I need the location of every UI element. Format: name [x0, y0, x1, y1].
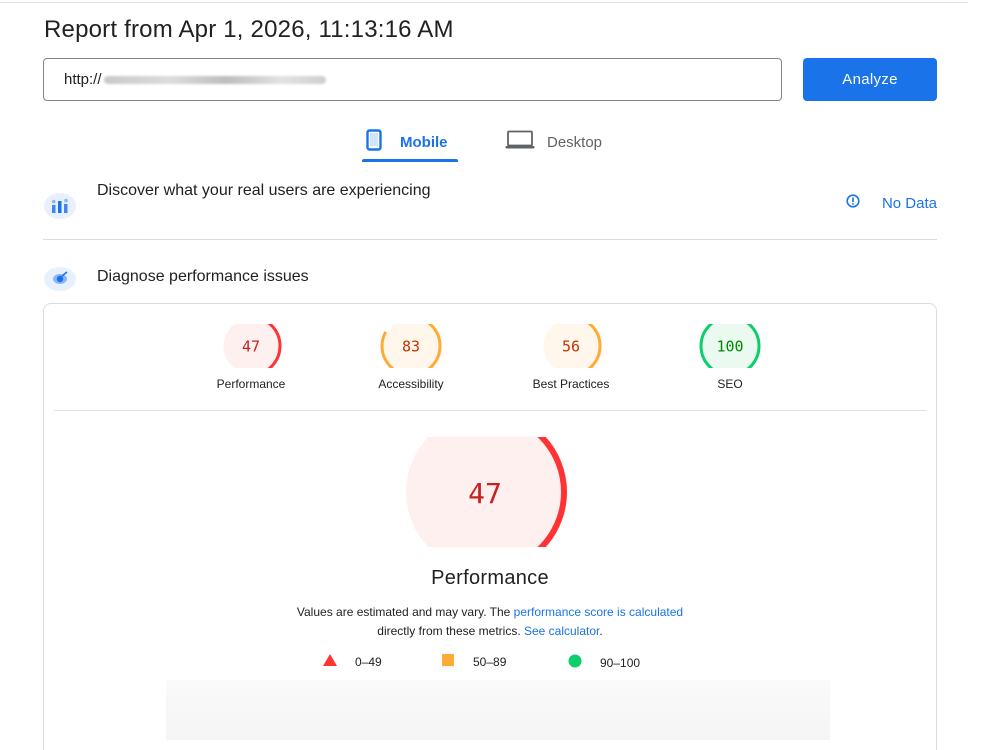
square-icon [441, 654, 455, 669]
performance-score-value: 47 [242, 338, 260, 356]
accessibility-score-value: 83 [402, 338, 420, 356]
no-data-link[interactable]: No Data [846, 194, 937, 212]
legend-item-average: 50–89 [441, 654, 506, 669]
main-gauge-title: Performance [431, 567, 549, 589]
performance-gauge-graphic: 47 [220, 324, 282, 368]
legend-fail-range: 0–49 [355, 654, 382, 669]
best-practices-gauge-graphic: 56 [540, 324, 602, 368]
field-data-heading: Discover what your real users are experi… [97, 182, 431, 199]
metrics-placeholder [166, 680, 830, 740]
description-text-1: Values are estimated and may vary. The [296, 605, 514, 619]
info-icon [846, 194, 860, 212]
score-gauge-seo[interactable]: 100 SEO [675, 324, 785, 391]
analyze-button[interactable]: Analyze [803, 58, 937, 101]
report-title: Report from Apr 1, 2026, 11:13:16 AM [44, 16, 454, 43]
users-chart-icon [43, 191, 77, 221]
performance-description: Values are estimated and may vary. The p… [44, 603, 936, 641]
url-input[interactable]: http:// [43, 58, 782, 101]
lab-data-section: Diagnose performance issues [43, 266, 937, 292]
top-divider [0, 2, 968, 3]
url-input-value: http:// [64, 71, 102, 88]
see-calculator-link[interactable]: See calculator [524, 624, 599, 638]
accessibility-score-label: Accessibility [378, 377, 444, 391]
score-gauge-accessibility[interactable]: 83 Accessibility [356, 324, 466, 391]
triangle-icon [323, 654, 337, 669]
legend-average-range: 50–89 [473, 654, 507, 669]
laptop-icon [505, 130, 535, 154]
lighthouse-report-card: 47 Performance 83 Accessibility 56 Best … [43, 303, 937, 750]
legend-item-fail: 0–49 [323, 654, 382, 669]
card-divider [54, 410, 926, 411]
redacted-url-blur [103, 75, 326, 84]
accessibility-gauge-graphic: 83 [380, 324, 442, 368]
legend-item-pass: 90–100 [568, 654, 640, 671]
lab-data-heading: Diagnose performance issues [97, 268, 309, 285]
performance-main-gauge: 47 [403, 437, 567, 547]
legend-pass-range: 90–100 [600, 655, 641, 670]
tab-desktop-label: Desktop [547, 133, 603, 151]
tab-mobile-label: Mobile [400, 133, 448, 151]
phone-icon [366, 129, 382, 155]
score-gauge-best-practices[interactable]: 56 Best Practices [516, 324, 626, 391]
score-gauge-performance[interactable]: 47 Performance [196, 324, 306, 391]
best-practices-score-value: 56 [562, 338, 580, 356]
circle-icon [568, 654, 582, 671]
field-data-section: Discover what your real users are experi… [43, 180, 937, 240]
description-text-2: directly from these metrics. [377, 624, 524, 638]
main-gauge-score: 47 [468, 477, 502, 510]
best-practices-score-label: Best Practices [532, 377, 610, 391]
performance-score-label: Performance [216, 377, 286, 391]
description-text-3: . [599, 624, 603, 638]
seo-score-label: SEO [717, 377, 743, 391]
tab-desktop[interactable]: Desktop [505, 124, 635, 160]
seo-score-value: 100 [716, 338, 743, 356]
lighthouse-icon [43, 266, 77, 292]
seo-gauge-graphic: 100 [699, 324, 761, 368]
tab-mobile[interactable]: Mobile [360, 124, 460, 162]
no-data-label: No Data [881, 194, 937, 212]
score-calculated-link[interactable]: performance score is calculated [514, 605, 683, 619]
